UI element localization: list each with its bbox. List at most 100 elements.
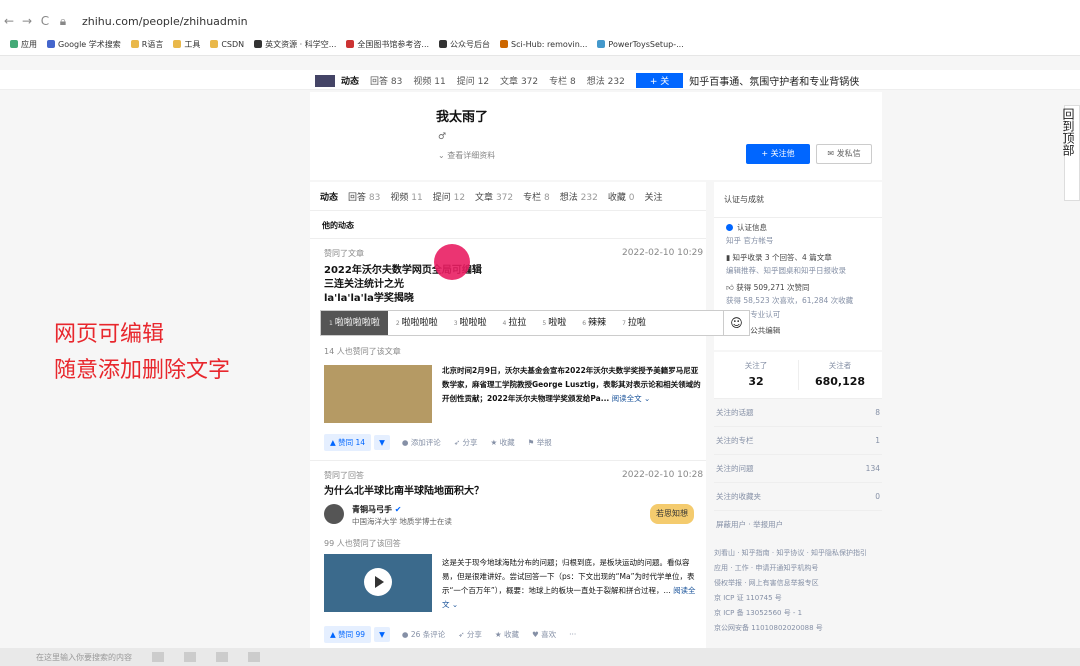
bookmark-apps[interactable]: 应用: [10, 39, 37, 50]
feed-item-2-actions: ▲ 赞同 99 ▼ ● 26 条评论 ➶ 分享 ★ 收藏 ♥ 喜欢 ···: [324, 626, 589, 643]
bookmark-library[interactable]: 全国图书馆参考咨...: [346, 39, 429, 50]
message-button[interactable]: ✉ 发私信: [816, 144, 872, 164]
sticky-tab-videos[interactable]: 视频 11: [413, 74, 445, 87]
sticky-tab-answers[interactable]: 回答 83: [370, 74, 402, 87]
tab-columns[interactable]: 专栏 8: [523, 190, 550, 203]
section-title: 他的动态: [322, 221, 354, 230]
comment-button[interactable]: ● 26 条评论: [402, 629, 445, 640]
reload-icon[interactable]: C: [36, 14, 54, 28]
vote-down-button[interactable]: ▼: [374, 435, 390, 450]
emoji-icon[interactable]: ☺: [723, 311, 749, 335]
tabs-divider: [310, 210, 706, 211]
footer-line[interactable]: 京 ICP 备 13052560 号 - 1: [714, 606, 884, 621]
play-icon[interactable]: [364, 568, 392, 596]
tab-thoughts[interactable]: 想法 232: [560, 190, 598, 203]
link-block-report[interactable]: 屏蔽用户 · 举报用户: [714, 510, 882, 538]
author-avatar[interactable]: [324, 504, 344, 524]
bookmark-scihub[interactable]: Sci-Hub: removin...: [500, 40, 587, 49]
tab-collections[interactable]: 收藏 0: [608, 190, 635, 203]
collect-button[interactable]: ★ 收藏: [490, 437, 514, 448]
footer-line[interactable]: 京公网安备 11010802020088 号: [714, 621, 884, 636]
share-button[interactable]: ➶ 分享: [458, 629, 482, 640]
tab-following[interactable]: 关注: [644, 190, 662, 203]
forward-icon[interactable]: →: [18, 14, 36, 28]
feed-item-2-video[interactable]: [324, 554, 432, 612]
site-footer: 刘看山 · 知乎指南 · 知乎协议 · 知乎隐私保护指引 应用 · 工作 · 申…: [714, 546, 884, 636]
feed-item-2-title[interactable]: 为什么北半球比南半球陆地面积大？: [324, 485, 484, 499]
collect-button[interactable]: ★ 收藏: [495, 629, 519, 640]
toolbar-item-3[interactable]: 3 啦啦啦: [446, 311, 495, 335]
toolbar-item-1[interactable]: 1 啦啦啦啦啦: [321, 311, 388, 335]
toolbar-item-2[interactable]: 2 啦啦啦啦: [388, 311, 446, 335]
taskbar-search[interactable]: 在这里输入你要搜索的内容: [36, 652, 132, 663]
bookmark-tools[interactable]: 工具: [173, 39, 200, 50]
address-row: ← → C 🔒︎ zhihu.com/people/zhihuadmin: [0, 10, 1080, 32]
back-icon[interactable]: ←: [0, 14, 18, 28]
toolbar-item-6[interactable]: 6 辣辣: [574, 311, 614, 335]
feed-item-1-likes: 14 人也赞同了该文章: [324, 347, 401, 356]
sticky-tab-questions[interactable]: 提问 12: [457, 74, 489, 87]
taskbar-app-icon[interactable]: [184, 652, 196, 662]
link-followed-topics[interactable]: 关注的话题 8: [714, 398, 882, 426]
toolbar-item-5[interactable]: 5 啦啦: [534, 311, 574, 335]
share-button[interactable]: ➶ 分享: [454, 437, 478, 448]
vote-up-button[interactable]: ▲ 赞同 99: [324, 626, 372, 643]
tab-answers[interactable]: 回答 83: [348, 190, 380, 203]
bookmark-scholar[interactable]: Google 学术搜索: [47, 39, 121, 50]
feed-item-1-meta: 赞同了文章: [324, 249, 364, 258]
link-followed-questions[interactable]: 关注的问题 134: [714, 454, 882, 482]
toolbar-item-7[interactable]: 7 拉啦: [614, 311, 654, 335]
feed-item-1-thumbnail[interactable]: [324, 365, 432, 423]
feed-item-2-excerpt[interactable]: 这是关于现今地球海陆分布的问题；归根到底，是板块运动的问题。看似容易，但是很难讲…: [442, 556, 702, 612]
link-followed-collections[interactable]: 关注的收藏夹 0: [714, 482, 882, 510]
vote-down-button[interactable]: ▼: [374, 627, 390, 642]
feed-item-1-date: 2022-02-10 10:29: [622, 248, 704, 258]
sticky-tab-thoughts[interactable]: 想法 232: [587, 74, 625, 87]
footer-line[interactable]: 侵权举报 · 网上有害信息举报专区: [714, 576, 884, 591]
report-button[interactable]: ⚑ 举报: [528, 437, 552, 448]
feed-item-2-date: 2022-02-10 10:28: [622, 470, 704, 480]
achievement-likes: 👍︎ 获得 509,271 次赞同 获得 58,523 次喜欢，61,284 次收…: [726, 283, 854, 305]
followers-count[interactable]: 关注者 680,128: [798, 360, 882, 388]
author-name[interactable]: 青铜马弓手 ✔: [352, 504, 402, 515]
achievement-verification: 认证信息 知乎 官方帐号: [726, 223, 774, 245]
tab-videos[interactable]: 视频 11: [390, 190, 422, 203]
url-input[interactable]: zhihu.com/people/zhihuadmin: [82, 15, 248, 28]
taskbar-app-icon[interactable]: [216, 652, 228, 662]
more-button[interactable]: ···: [569, 630, 576, 639]
bookmark-csdn[interactable]: CSDN: [210, 40, 244, 49]
feed-item-1-excerpt[interactable]: 北京时间2月9日，沃尔夫基金会宣布2022年沃尔夫数学奖授予美籍罗马尼亚数学家，…: [442, 364, 702, 406]
tab-questions[interactable]: 提问 12: [433, 190, 465, 203]
author-badge: 若思知想: [650, 504, 694, 524]
sticky-tab-articles[interactable]: 文章 372: [500, 74, 538, 87]
vote-up-button[interactable]: ▲ 赞同 14: [324, 434, 372, 451]
bookmark-powertoys[interactable]: PowerToysSetup-...: [597, 40, 684, 49]
bookmark-r[interactable]: R语言: [130, 39, 163, 50]
sticky-follow-button[interactable]: + 关: [635, 73, 684, 88]
view-details-link[interactable]: ⌄ 查看详细资料: [438, 150, 495, 161]
comment-button[interactable]: ● 添加评论: [402, 437, 441, 448]
following-count[interactable]: 关注了 32: [714, 360, 798, 388]
footer-line[interactable]: 应用 · 工作 · 申请开通知乎机构号: [714, 561, 884, 576]
tab-activity[interactable]: 动态: [320, 190, 338, 203]
taskbar-app-icon[interactable]: [248, 652, 260, 662]
bookmark-english[interactable]: 英文资源 · 科学空...: [254, 39, 336, 50]
taskbar-app-icon[interactable]: [152, 652, 164, 662]
back-to-top-hint[interactable]: 回到顶部: [1061, 105, 1080, 201]
profile-tabs: 动态 回答 83 视频 11 提问 12 文章 372 专栏 8 想法 232 …: [320, 190, 672, 203]
achievement-included: ▮ 知乎收录 3 个回答、4 篇文章 编辑推荐、知乎圆桌和知乎日报收录: [726, 253, 846, 275]
toolbar-item-4[interactable]: 4 拉拉: [495, 311, 535, 335]
footer-line[interactable]: 刘看山 · 知乎指南 · 知乎协议 · 知乎隐私保护指引: [714, 546, 884, 561]
avatar-mini: [315, 74, 335, 87]
sticky-tab-columns[interactable]: 专栏 8: [549, 74, 576, 87]
like-button[interactable]: ♥ 喜欢: [532, 629, 556, 640]
link-followed-columns[interactable]: 关注的专栏 1: [714, 426, 882, 454]
tab-articles[interactable]: 文章 372: [475, 190, 513, 203]
thumb-up-icon: 👍︎: [726, 283, 737, 292]
follow-button[interactable]: + 关注他: [746, 144, 810, 164]
achievements-title: 认证与成就: [714, 182, 882, 218]
bookmark-wechat[interactable]: 公众号后台: [439, 39, 490, 50]
sticky-tab-activity[interactable]: 动态: [341, 74, 359, 87]
footer-line[interactable]: 京 ICP 证 110745 号: [714, 591, 884, 606]
overlay-caption-line2: 随意添加删除文字: [54, 358, 231, 383]
